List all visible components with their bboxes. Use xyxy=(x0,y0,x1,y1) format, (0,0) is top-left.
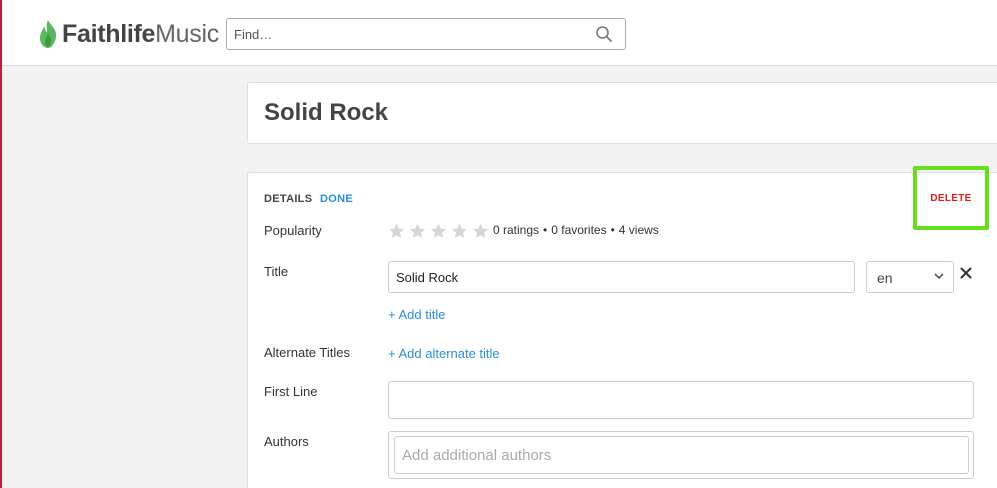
first-line-label: First Line xyxy=(264,384,318,399)
logo-text-bold: Faithlife xyxy=(62,19,156,48)
first-line-input[interactable] xyxy=(389,382,973,418)
add-title-link[interactable]: + Add title xyxy=(388,307,445,322)
star-icon[interactable] xyxy=(472,223,489,239)
alternate-titles-label: Alternate Titles xyxy=(264,345,350,360)
close-icon[interactable] xyxy=(960,267,972,279)
done-button[interactable]: DONE xyxy=(320,193,353,205)
star-icon[interactable] xyxy=(388,223,405,239)
delete-highlight-frame: DELETE xyxy=(913,166,989,230)
language-value: en xyxy=(877,270,893,286)
top-bar: FaithlifeMusic xyxy=(2,0,997,66)
language-select[interactable]: en xyxy=(866,261,954,293)
logo-text: FaithlifeMusic xyxy=(62,20,219,49)
authors-field xyxy=(388,431,974,479)
add-alternate-title-link[interactable]: + Add alternate title xyxy=(388,346,500,361)
left-edge-stripe xyxy=(0,0,2,488)
flame-icon xyxy=(40,20,57,48)
search-icon[interactable] xyxy=(595,25,613,43)
faithlife-music-logo[interactable]: FaithlifeMusic xyxy=(38,16,219,52)
title-field xyxy=(388,261,855,293)
stat-separator: • xyxy=(543,223,548,237)
views-count: 4 views xyxy=(618,223,659,237)
rating-stars[interactable] xyxy=(388,223,489,239)
authors-label: Authors xyxy=(264,434,309,449)
logo-text-light: Music xyxy=(155,19,219,48)
song-title-card: Solid Rock xyxy=(247,82,997,144)
delete-button[interactable]: DELETE xyxy=(917,170,985,226)
search-input[interactable] xyxy=(227,19,587,49)
star-icon[interactable] xyxy=(430,223,447,239)
popularity-stats: 0 ratings • 0 favorites • 4 views xyxy=(493,223,659,237)
star-icon[interactable] xyxy=(409,223,426,239)
chevron-down-icon xyxy=(934,273,944,280)
authors-input-wrapper xyxy=(394,436,969,474)
title-label: Title xyxy=(264,264,289,279)
tab-details[interactable]: DETAILS xyxy=(264,193,312,205)
popularity-label: Popularity xyxy=(264,223,322,238)
star-icon[interactable] xyxy=(451,223,468,239)
search-box xyxy=(226,18,626,50)
favorites-count: 0 favorites xyxy=(551,223,607,237)
page-title: Solid Rock xyxy=(264,99,389,126)
ratings-count: 0 ratings xyxy=(493,223,540,237)
stat-separator: • xyxy=(610,223,615,237)
details-card: DETAILS DONE DELETE Popularity 0 ratings… xyxy=(247,166,997,488)
first-line-field xyxy=(388,381,974,419)
title-input[interactable] xyxy=(389,262,854,292)
authors-input[interactable] xyxy=(395,437,968,473)
